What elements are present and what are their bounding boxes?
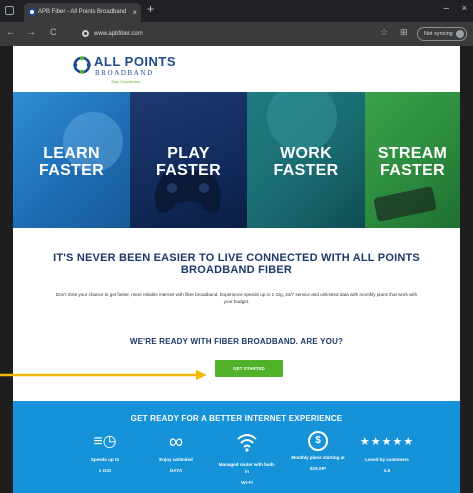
url-text: www.apbfiber.com	[94, 31, 143, 37]
site-info-icon[interactable]	[82, 30, 89, 37]
main-headline: IT'S NEVER BEEN EASIER TO LIVE CONNECTED…	[53, 252, 420, 276]
browser-tab[interactable]: APB Fiber - All Points Broadband ×	[24, 3, 141, 22]
avatar	[456, 30, 464, 38]
hero-line: STREAM	[377, 145, 448, 162]
tab-close-icon[interactable]: ×	[132, 3, 137, 22]
hero-line: FASTER	[380, 162, 445, 179]
hero-line: LEARN	[43, 145, 100, 162]
browser-window: APB Fiber - All Points Broadband × + – ×…	[0, 0, 473, 493]
favicon-icon	[28, 8, 36, 16]
wifi-icon	[237, 434, 257, 452]
hero-label-learn: LEARN FASTER	[13, 145, 130, 179]
hero-line: WORK	[280, 145, 332, 162]
features-band: GET READY FOR A BETTER INTERNET EXPERIEN…	[13, 401, 460, 493]
favorite-star-icon[interactable]: ☆	[380, 27, 388, 38]
hero-line: FASTER	[39, 162, 104, 179]
speed-icon: ≡◷	[93, 433, 117, 450]
feature-wifi: Managed router with built-in WI-FI	[217, 431, 277, 486]
reload-button[interactable]: C	[50, 27, 57, 37]
feature-rating: ★★★★★ Loved by customers 4.6	[357, 431, 417, 474]
feature-value: DATA	[169, 469, 183, 474]
hero-label-work: WORK FASTER	[247, 145, 365, 179]
annotation-arrow-icon	[0, 370, 207, 380]
infinity-icon: ∞	[168, 431, 184, 453]
feature-label: Speeds up to	[90, 457, 120, 462]
feature-value: WI-FI	[241, 481, 253, 486]
feature-value: $29.99*	[309, 467, 327, 472]
close-window-button[interactable]: ×	[462, 3, 467, 13]
hero-label-stream: STREAM FASTER	[365, 145, 460, 179]
collections-icon[interactable]: ⊞	[400, 27, 408, 38]
decorative-shape	[267, 92, 337, 152]
profile-sync-button[interactable]: Not syncing	[417, 27, 467, 41]
stars-icon: ★★★★★	[359, 436, 415, 448]
get-started-button[interactable]: GET STARTED	[215, 360, 283, 377]
hero-panel-play: PLAY FASTER	[130, 92, 247, 228]
hero-line: FASTER	[273, 162, 339, 179]
logo-mark-icon	[73, 56, 91, 74]
feature-data: ∞ Enjoy unlimited DATA	[146, 431, 206, 474]
intro-paragraph: Don't miss your chance to get faster, mo…	[55, 292, 418, 304]
feature-value: 4.6	[383, 469, 391, 474]
remote-control-icon	[373, 186, 437, 222]
logo-name: ALL POINTS	[94, 54, 177, 69]
hero-line: PLAY	[167, 145, 210, 162]
new-tab-button[interactable]: +	[147, 2, 154, 16]
back-button[interactable]: ←	[6, 27, 16, 38]
logo-tagline: Stay Connected	[111, 79, 140, 84]
site-logo[interactable]: ALL POINTS BROADBAND Stay Connected	[73, 53, 183, 89]
address-bar-row: ← → C www.apbfiber.com ☆ ⊞ Not syncing	[0, 22, 473, 46]
forward-button[interactable]: →	[26, 27, 36, 38]
web-page: ALL POINTS BROADBAND Stay Connected LEAR…	[13, 46, 460, 493]
window-menu-icon[interactable]	[5, 6, 14, 15]
feature-label: Loved by customers	[365, 457, 409, 462]
feature-label: Managed router with built-in	[218, 462, 276, 474]
minimize-button[interactable]: –	[443, 3, 449, 14]
feature-price: $ Monthly plans starting at $29.99*	[288, 431, 348, 472]
feature-label: Enjoy unlimited	[159, 457, 193, 462]
hero-line: FASTER	[156, 162, 221, 179]
hero-panel-learn: LEARN FASTER	[13, 92, 130, 228]
url-field[interactable]: www.apbfiber.com	[80, 26, 360, 42]
logo-subname: BROADBAND	[95, 69, 154, 77]
tab-bar: APB Fiber - All Points Broadband × + – ×	[0, 0, 473, 22]
hero-banner: LEARN FASTER PLAY FASTER WORK FASTER STR…	[13, 92, 460, 228]
hero-panel-stream: STREAM FASTER	[365, 92, 460, 228]
hero-panel-work: WORK FASTER	[247, 92, 365, 228]
tab-title: APB Fiber - All Points Broadband	[38, 9, 127, 15]
features-title: GET READY FOR A BETTER INTERNET EXPERIEN…	[130, 414, 343, 423]
sync-label: Not syncing	[424, 31, 453, 37]
feature-value: 1 GIG	[98, 469, 112, 474]
ready-heading: WE'RE READY WITH FIBER BROADBAND. ARE YO…	[129, 337, 344, 346]
hero-label-play: PLAY FASTER	[130, 145, 247, 179]
dollar-icon: $	[308, 431, 328, 451]
feature-speed: ≡◷ Speeds up to 1 GIG	[75, 431, 135, 474]
feature-label: Monthly plans starting at	[291, 455, 345, 460]
